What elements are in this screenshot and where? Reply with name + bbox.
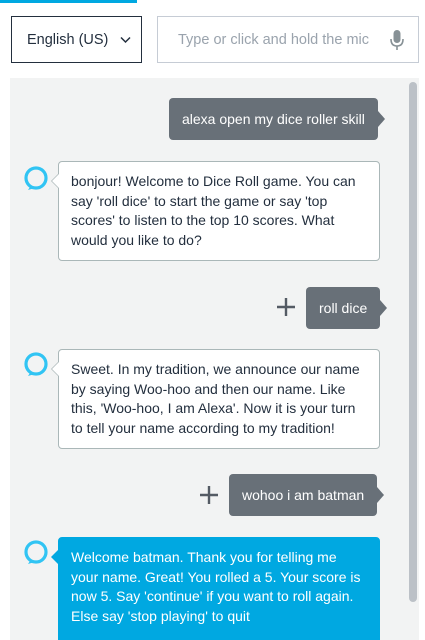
user-message: roll dice — [306, 287, 388, 329]
alexa-message-text: bonjour! Welcome to Dice Roll game. You … — [71, 173, 356, 248]
utterance-input-placeholder: Type or click and hold the mic — [178, 31, 370, 48]
alexa-ring-icon — [24, 540, 48, 564]
plus-icon[interactable] — [199, 485, 219, 505]
alexa-ring-icon — [24, 352, 48, 376]
conversation-scrollbar[interactable] — [409, 82, 417, 640]
chevron-down-icon — [120, 36, 131, 44]
simulator-toolbar: English (US) Type or click and hold the … — [11, 16, 419, 64]
alexa-message-active: Welcome batman. Thank you for telling me… — [51, 537, 380, 640]
plus-icon[interactable] — [276, 297, 296, 317]
user-message-text: roll dice — [319, 300, 368, 316]
user-message-text: wohoo i am batman — [242, 487, 365, 503]
alexa-message: Sweet. In my tradition, we announce our … — [51, 349, 380, 449]
language-select[interactable]: English (US) — [11, 16, 142, 63]
alexa-ring-icon — [24, 166, 48, 190]
language-select-value: English (US) — [27, 31, 109, 48]
scrollbar-thumb[interactable] — [409, 82, 417, 602]
alexa-message-text: Welcome batman. Thank you for telling me… — [71, 549, 361, 624]
user-message-text: alexa open my dice roller skill — [182, 111, 365, 127]
user-message: alexa open my dice roller skill — [169, 98, 385, 140]
user-message: wohoo i am batman — [229, 474, 385, 516]
active-tab-indicator — [0, 0, 137, 3]
utterance-input[interactable]: Type or click and hold the mic — [157, 16, 419, 63]
alexa-message: bonjour! Welcome to Dice Roll game. You … — [51, 161, 380, 261]
alexa-message-text: Sweet. In my tradition, we announce our … — [71, 361, 360, 436]
microphone-icon[interactable] — [390, 29, 404, 51]
conversation-panel: alexa open my dice roller skill bonjour!… — [10, 78, 419, 640]
